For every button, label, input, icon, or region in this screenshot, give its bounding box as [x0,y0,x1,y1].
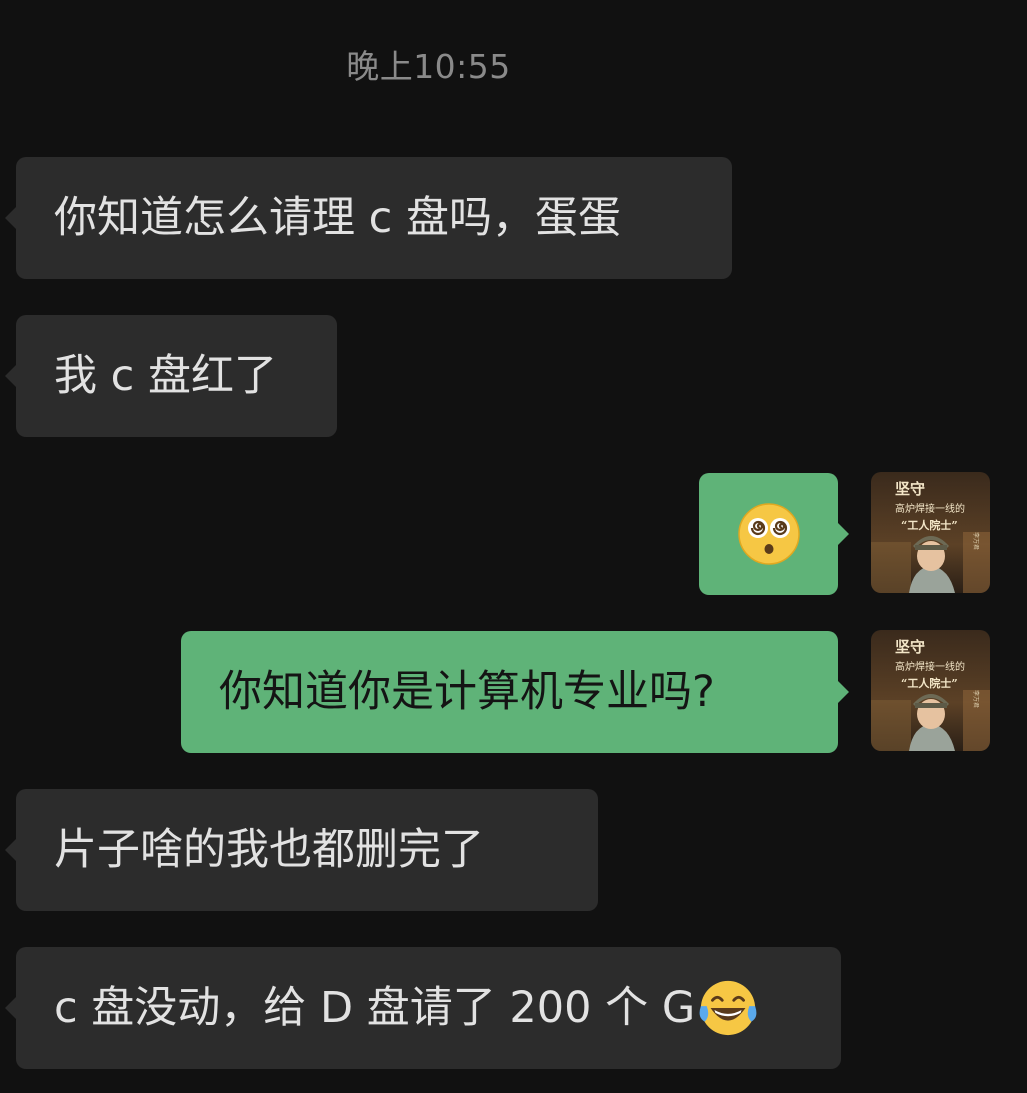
message-text: 你知道怎么请理 c 盘吗，蛋蛋 [54,192,621,243]
incoming-message-bubble[interactable]: 你知道怎么请理 c 盘吗，蛋蛋 [5,157,732,279]
incoming-message-bubble[interactable]: c 盘没动，给 D 盘请了 200 个 G [5,947,841,1069]
avatar-caption: 高炉焊接一线的 [895,502,965,515]
message-text: c 盘没动，给 D 盘请了 200 个 G [54,982,696,1033]
avatar-caption: “工人院士” [901,676,958,690]
message-text: 你知道你是计算机专业吗? [219,666,715,717]
avatar-signature: 李万君 [972,532,980,550]
user-avatar[interactable]: 坚守 高炉焊接一线的 “工人院士” 李万君 [871,630,990,751]
avatar-caption: “工人院士” [901,518,958,532]
avatar-caption: 高炉焊接一线的 [895,660,965,673]
avatar-signature: 李万君 [972,690,980,708]
dizzy-face-emoji [738,503,800,565]
outgoing-message-bubble[interactable]: 你知道你是计算机专业吗? [181,631,849,753]
user-avatar[interactable]: 坚守 高炉焊接一线的 “工人院士” 李万君 [871,472,990,593]
message-text: 片子啥的我也都删完了 [54,824,484,875]
message-text: 我 c 盘红了 [54,350,277,401]
incoming-message-bubble[interactable]: 我 c 盘红了 [5,315,337,437]
outgoing-message-bubble[interactable] [699,473,849,595]
chat-timestamp: 晚上10:55 [346,47,511,86]
avatar-caption: 坚守 [895,480,925,498]
incoming-message-bubble[interactable]: 片子啥的我也都删完了 [5,789,598,911]
avatar-caption: 坚守 [895,638,925,656]
laughing-tears-emoji [699,980,757,1036]
